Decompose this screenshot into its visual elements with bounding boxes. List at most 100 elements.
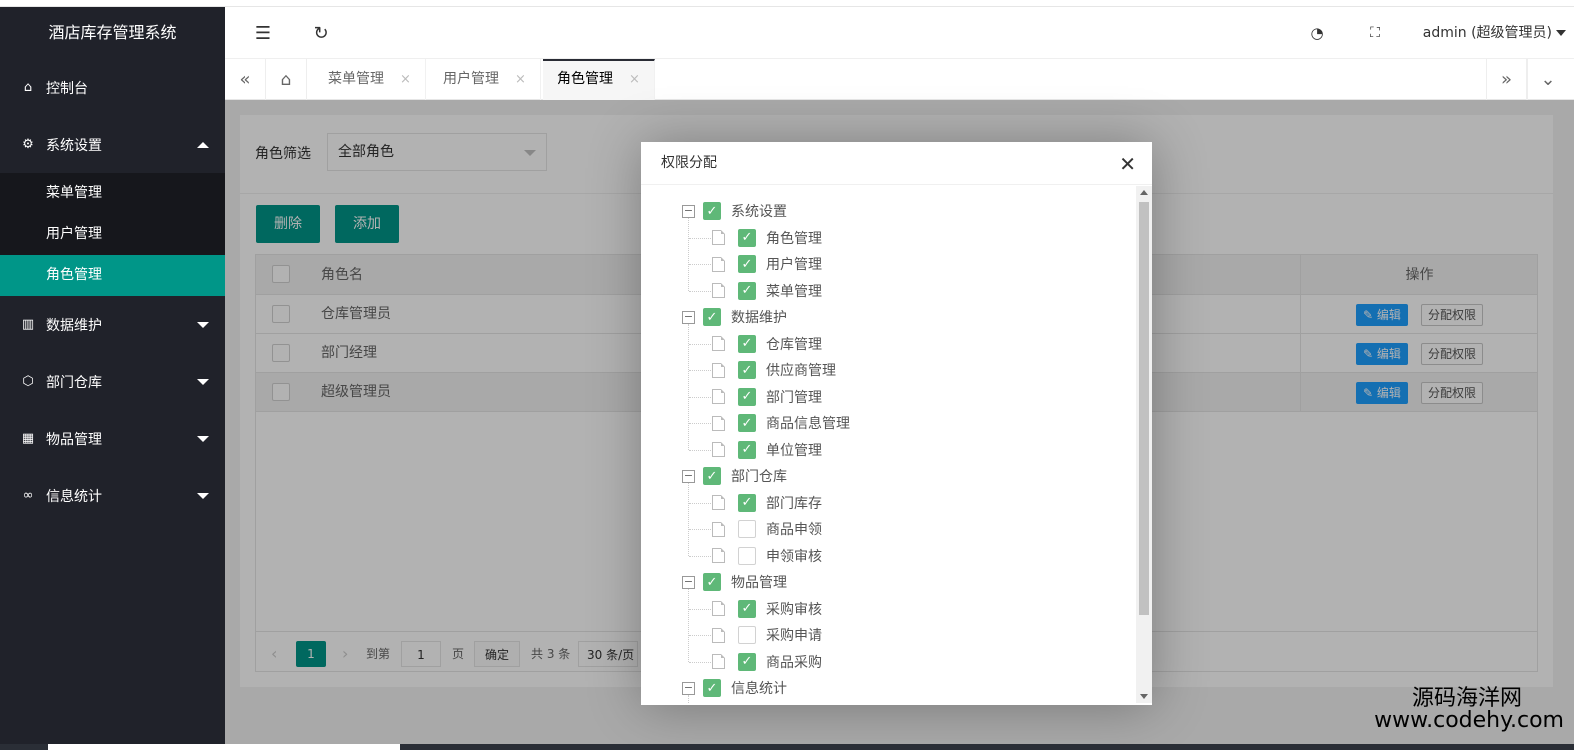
caret-down-icon [197,435,209,442]
tree-checkbox[interactable]: ✓ [738,281,756,300]
tree-node-leaf: ✓ 仓库管理 [712,331,822,357]
file-icon [712,230,725,245]
sidebar-item-system-settings[interactable]: ⚙ 系统设置 [0,116,225,173]
tabs-scroll-left-icon[interactable]: « [225,59,266,100]
file-icon [712,521,725,537]
collapse-menu-icon[interactable]: ☰ [243,7,283,59]
tab-label: 菜单管理 [328,71,384,87]
tree-checkbox[interactable]: ✓ [703,573,721,591]
tree-checkbox[interactable]: ✓ [703,467,721,485]
refresh-icon[interactable]: ↻ [301,7,341,59]
tree-connector [688,483,689,556]
tree-node-label: 系统设置 [731,204,787,220]
tree-connector [688,218,689,291]
close-icon[interactable]: × [515,72,526,87]
chevron-down-icon [1556,30,1566,36]
tree-connector [689,449,711,451]
tabs-scroll-right-icon[interactable]: » [1486,59,1527,100]
tree-node-leaf: 申领审核 [712,543,822,569]
tree-node-leaf: 采购申请 [712,622,822,648]
tree-node-label: 物品管理 [731,575,787,591]
tree-node-leaf: ✓ 菜单管理 [712,278,822,304]
tree-node-label: 供应商管理 [766,363,836,379]
tree-connector [689,635,711,636]
tree-node-group: − ✓ 部门仓库 [682,463,787,489]
tree-node-label: 用户管理 [766,257,822,273]
scrollbar-thumb[interactable] [1139,202,1149,615]
file-icon [712,389,725,404]
file-icon [712,336,725,351]
tree-checkbox[interactable]: ✓ [703,679,721,697]
tree-node-leaf: ✓ 商品信息管理 [712,410,850,436]
theme-icon[interactable]: ◔ [1297,7,1337,59]
home-icon: ⌂ [23,80,33,95]
tree-checkbox[interactable] [738,546,756,565]
tree-checkbox[interactable]: ✓ [738,255,756,273]
sidebar-subitem-user[interactable]: 用户管理 [0,214,225,255]
user-name: admin (超级管理员) [1422,25,1552,41]
tree-checkbox[interactable]: ✓ [738,440,756,459]
tree-node-leaf: 商品申领 [712,516,822,542]
tree-checkbox[interactable]: ✓ [738,361,756,379]
top-border [0,0,1574,7]
tree-checkbox[interactable]: ✓ [738,652,756,671]
caret-down-icon [197,378,209,385]
tree-checkbox[interactable] [738,520,756,538]
tree-checkbox[interactable]: ✓ [703,202,721,220]
box-icon: ⬡ [22,374,34,389]
scroll-up-icon[interactable] [1140,190,1148,195]
tree-checkbox[interactable]: ✓ [738,493,756,512]
tree-node-label: 部门仓库 [731,469,787,485]
collapse-toggle-icon[interactable]: − [682,575,695,589]
tab-role[interactable]: 角色管理 × [543,59,655,100]
gear-icon: ⚙ [22,137,34,152]
tree-node-label: 部门管理 [766,389,822,406]
sidebar-submenu: 菜单管理 用户管理 角色管理 [0,173,225,296]
sidebar-subitem-menu[interactable]: 菜单管理 [0,173,225,214]
tree-node-group: − ✓ 物品管理 [682,569,787,595]
scrollbar[interactable] [1136,186,1152,703]
infinity-icon: ∞ [22,488,34,503]
sidebar-item-goods[interactable]: ▦ 物品管理 [0,410,225,467]
tab-menu[interactable]: 菜单管理 × [314,59,426,100]
tab-user[interactable]: 用户管理 × [429,59,541,100]
tree-checkbox[interactable]: ✓ [703,308,721,326]
sidebar-item-label: 系统设置 [46,137,102,154]
sidebar-subitem-role[interactable]: 角色管理 [0,255,225,296]
permission-tree: − ✓ 系统设置 ✓ 角色管理 ✓ 用户管理 ✓ 菜单管理 − ✓ 数据维护 ✓ 仓库管理 ✓ 供应商管理 ✓ 部… [641,186,1136,703]
sidebar-item-label: 部门仓库 [46,374,102,391]
tab-label: 角色管理 [557,71,613,87]
tree-checkbox[interactable]: ✓ [738,228,756,247]
close-icon[interactable]: × [400,72,411,87]
sidebar-item-console[interactable]: ⌂ 控制台 [0,59,225,116]
close-icon[interactable]: × [629,72,640,87]
tabs-dropdown-icon[interactable]: ⌄ [1527,59,1568,100]
fullscreen-icon[interactable]: ⛶ [1355,7,1395,59]
tree-connector [689,608,711,610]
home-tab-icon[interactable]: ⌂ [266,59,307,100]
user-menu[interactable]: admin (超级管理员) [1423,7,1566,59]
tree-node-label: 仓库管理 [766,336,822,353]
tree-connector [688,695,689,703]
collapse-toggle-icon[interactable]: − [682,681,695,695]
close-icon[interactable]: ✕ [1119,154,1136,174]
tree-checkbox[interactable]: ✓ [738,599,756,618]
tree-connector [689,370,711,371]
tree-checkbox[interactable]: ✓ [738,334,756,353]
sidebar-item-data[interactable]: ▥ 数据维护 [0,296,225,353]
tree-node-leaf: ✓ 商品采购 [712,649,822,675]
sidebar-item-warehouse[interactable]: ⬡ 部门仓库 [0,353,225,410]
sidebar-item-stats[interactable]: ∞ 信息统计 [0,467,225,524]
collapse-toggle-icon[interactable]: − [682,469,695,483]
collapse-toggle-icon[interactable]: − [682,310,695,324]
sidebar: 酒店库存管理系统 ⌂ 控制台 ⚙ 系统设置 菜单管理 用户管理 角色管理 ▥ 数… [0,7,225,750]
tree-checkbox[interactable]: ✓ [738,387,756,406]
tree-node-label: 信息统计 [731,681,787,697]
tree-checkbox[interactable] [738,626,756,644]
tree-checkbox[interactable]: ✓ [738,414,756,432]
scroll-down-icon[interactable] [1140,694,1148,699]
tree-node-group: − ✓ 系统设置 [682,198,787,224]
tree-connector [689,237,711,239]
collapse-toggle-icon[interactable]: − [682,204,695,218]
tree-node-label: 申领审核 [766,548,822,565]
